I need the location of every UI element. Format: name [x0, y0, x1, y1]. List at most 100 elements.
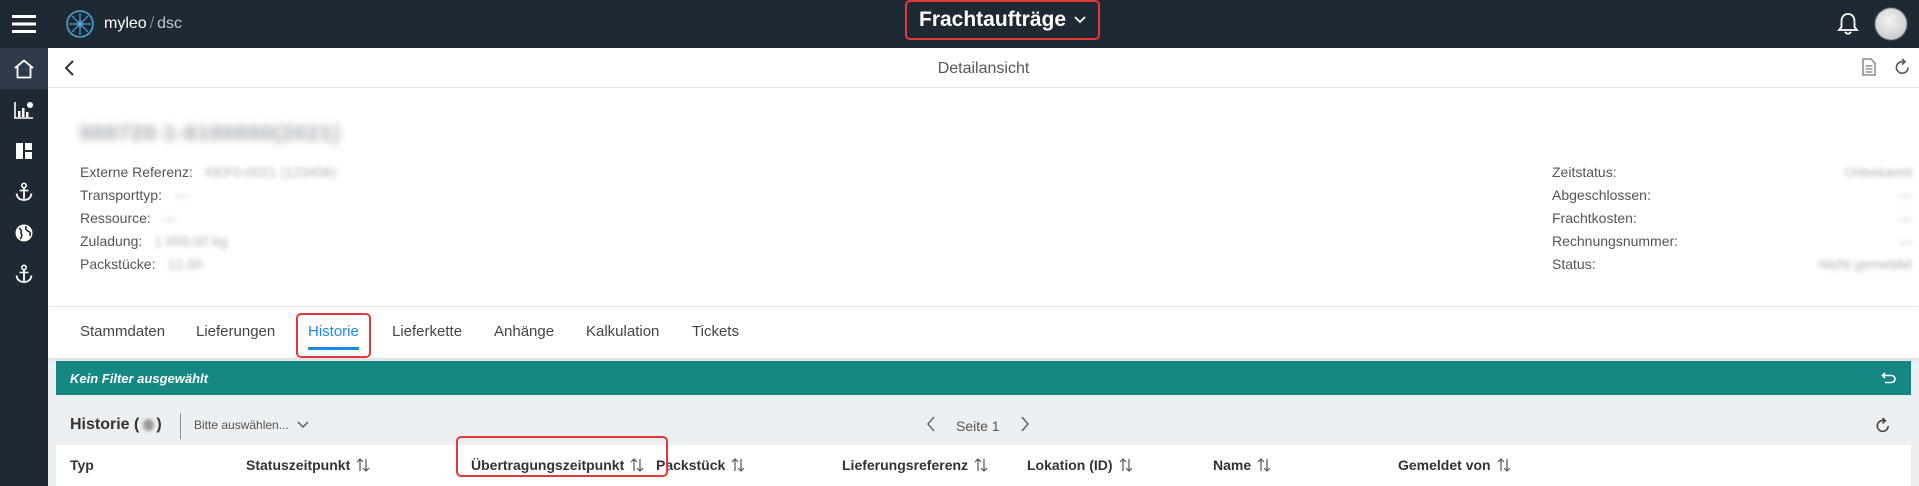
user-avatar[interactable]: [1875, 8, 1907, 40]
column-label: Lokation (ID): [1027, 457, 1113, 473]
reset-filter-button[interactable]: [1881, 370, 1897, 391]
field-transport-type: Transporttyp: —: [80, 183, 336, 206]
chevron-right-icon: [1021, 416, 1029, 432]
field-value: REF0-0021 (123456): [204, 163, 337, 180]
tab-stammdaten[interactable]: Stammdaten: [80, 323, 165, 340]
previous-page-button[interactable]: [926, 416, 936, 435]
tab-kalkulation[interactable]: Kalkulation: [586, 323, 659, 340]
home-icon: [14, 58, 34, 78]
analytics-icon: [14, 101, 33, 119]
field-label: Ressource:: [80, 209, 151, 226]
field-value: Unbekannt: [1844, 163, 1912, 180]
logo-icon: [66, 10, 94, 38]
undo-icon: [1881, 372, 1896, 384]
main-panel: Detailansicht 000720-1-6100000(2021) Ext…: [48, 48, 1919, 486]
history-refresh-button[interactable]: [1875, 417, 1891, 439]
field-completed: Abgeschlossen: —: [1552, 183, 1912, 206]
field-resource: Ressource: —: [80, 206, 336, 229]
refresh-button[interactable]: [1894, 58, 1911, 81]
refresh-icon: [1876, 417, 1889, 433]
sub-header-actions: [1862, 58, 1911, 81]
sort-icon: [1257, 458, 1271, 472]
page-indicator: Seite 1: [956, 417, 1000, 434]
field-label: Frachtkosten:: [1552, 209, 1637, 226]
chevron-down-icon: [1074, 16, 1086, 24]
history-select[interactable]: Bitte auswählen...: [194, 418, 309, 432]
select-placeholder: Bitte auswählen...: [194, 418, 289, 432]
column-header-gemeldet-von[interactable]: Gemeldet von: [1398, 457, 1511, 473]
column-header-statuszeitpunkt[interactable]: Statuszeitpunkt: [246, 457, 370, 473]
pagination: Seite 1: [926, 416, 1030, 435]
brand-sub: dsc: [157, 15, 183, 32]
field-payload: Zuladung: 1.000,00 kg: [80, 229, 336, 252]
tab-tickets[interactable]: Tickets: [692, 323, 739, 340]
field-packages: Packstücke: 12,00: [80, 252, 336, 275]
field-label: Zuladung:: [80, 232, 143, 249]
field-label: Zeitstatus:: [1552, 163, 1617, 180]
sort-icon: [1119, 458, 1132, 472]
sidebar-item-dashboard[interactable]: [0, 130, 48, 171]
column-label: Statuszeitpunkt: [246, 457, 351, 473]
field-value: —: [1898, 209, 1912, 226]
sort-icon: [356, 458, 370, 472]
history-title: Historie (): [70, 416, 162, 434]
sidebar-item-home[interactable]: [0, 48, 48, 89]
column-label: Name: [1213, 457, 1252, 473]
hamburger-menu-button[interactable]: [0, 0, 48, 48]
field-external-reference: Externe Referenz: REF0-0021 (123456): [80, 160, 336, 183]
history-title-close: ): [156, 416, 162, 433]
column-header-lokation[interactable]: Lokation (ID): [1027, 457, 1133, 473]
highlight-box: [456, 436, 668, 477]
field-value: —: [1898, 232, 1912, 249]
brand-text: myleo / dsc: [104, 15, 183, 32]
next-page-button[interactable]: [1020, 416, 1030, 435]
history-title-text: Historie (: [70, 416, 140, 433]
app-logo[interactable]: myleo / dsc: [64, 8, 182, 40]
field-value: 12,00: [167, 255, 203, 272]
dashboard-icon: [16, 142, 32, 159]
field-label: Packstücke:: [80, 255, 156, 272]
tab-anhaenge[interactable]: Anhänge: [494, 323, 554, 340]
tab-lieferkette[interactable]: Lieferkette: [392, 323, 462, 340]
field-label: Status:: [1552, 255, 1596, 272]
export-button[interactable]: [1862, 58, 1876, 81]
sidebar-item-globe[interactable]: [0, 212, 48, 253]
field-value: 1.000,00 kg: [154, 232, 228, 249]
sort-icon: [731, 458, 745, 472]
field-label: Abgeschlossen:: [1552, 186, 1651, 203]
hamburger-icon: [12, 15, 36, 33]
sidebar-item-analytics[interactable]: [0, 89, 48, 130]
column-label: Gemeldet von: [1398, 457, 1491, 473]
column-header-typ[interactable]: Typ: [70, 457, 94, 473]
field-label: Rechnungsnummer:: [1552, 232, 1679, 249]
field-invoice-number: Rechnungsnummer: —: [1552, 229, 1912, 252]
filter-status-text: Kein Filter ausgewählt: [70, 370, 208, 386]
field-label: Externe Referenz:: [80, 163, 193, 180]
tab-bar: Stammdaten Lieferungen Historie Lieferke…: [48, 306, 1919, 358]
tab-lieferungen[interactable]: Lieferungen: [196, 323, 275, 340]
detail-fields-left: Externe Referenz: REF0-0021 (123456) Tran…: [80, 160, 336, 275]
column-header-lieferungsreferenz[interactable]: Lieferungsreferenz: [842, 457, 988, 473]
sidebar-item-anchor-2[interactable]: [0, 253, 48, 294]
field-value: —: [162, 209, 177, 226]
bell-icon: [1837, 13, 1859, 35]
module-switcher[interactable]: Frachtaufträge: [905, 0, 1101, 40]
table-header: Typ Statuszeitpunkt Übertragungszeitpunk…: [56, 436, 1911, 486]
column-header-name[interactable]: Name: [1213, 457, 1271, 473]
field-freight-costs: Frachtkosten: —: [1552, 206, 1912, 229]
order-id: 000720-1-6100000(2021): [80, 122, 341, 145]
column-header-packstueck[interactable]: Packstück: [656, 457, 745, 473]
notifications-button[interactable]: [1837, 12, 1859, 41]
refresh-icon: [1895, 58, 1909, 75]
field-value: Nicht gemeldet: [1818, 255, 1912, 272]
brand-name: myleo: [104, 15, 147, 32]
sidebar-item-anchor[interactable]: [0, 171, 48, 212]
column-label: Typ: [70, 457, 94, 473]
top-bar: myleo / dsc Frachtaufträge: [0, 0, 1919, 48]
sub-header: Detailansicht: [48, 48, 1919, 88]
anchor-icon: [15, 181, 33, 201]
filter-bar[interactable]: Kein Filter ausgewählt: [56, 361, 1911, 395]
field-label: Transporttyp:: [80, 186, 162, 203]
field-value: —: [173, 186, 188, 203]
sort-icon: [1497, 458, 1511, 472]
